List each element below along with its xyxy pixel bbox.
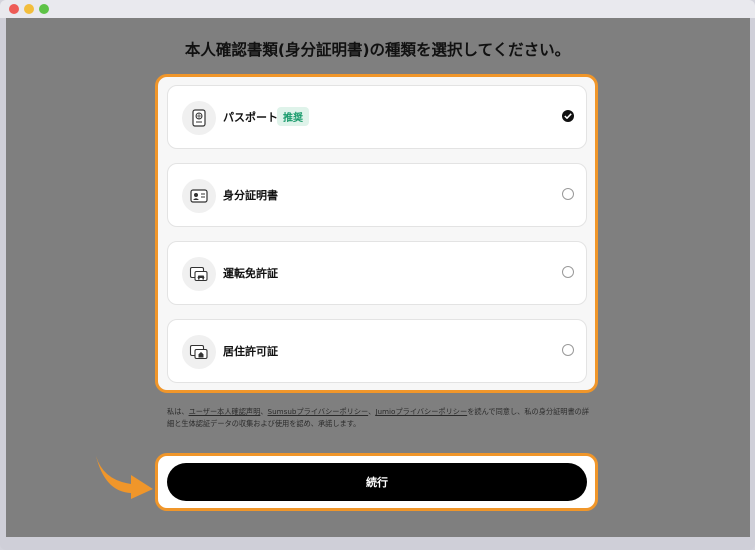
option-label: 運転免許証: [223, 267, 278, 280]
radio-unchecked[interactable]: [562, 344, 574, 356]
recommended-badge: 推奨: [277, 107, 309, 126]
jumio-privacy-link[interactable]: Jumioプライバシーポリシー: [375, 407, 467, 416]
option-label: パスポート: [223, 111, 278, 124]
radio-unchecked[interactable]: [562, 188, 574, 200]
consent-text: 私は、ユーザー本人確認声明、Sumsubプライバシーポリシー、Jumioプライバ…: [167, 406, 592, 430]
driver-license-icon: [182, 257, 216, 291]
option-id-card[interactable]: 身分証明書: [167, 163, 587, 227]
page-title: 本人確認書類(身分証明書)の種類を選択してください。: [184, 41, 571, 59]
document-type-options-highlight: パスポート 推奨 身分証明書 運転免許証 居住許可証: [155, 74, 598, 393]
option-label: 身分証明書: [223, 189, 278, 202]
option-passport[interactable]: パスポート 推奨: [167, 85, 587, 149]
residence-permit-icon: [182, 335, 216, 369]
radio-checked[interactable]: [562, 110, 574, 122]
id-card-icon: [182, 179, 216, 213]
consent-prefix: 私は、: [167, 407, 189, 416]
pointer-arrow-icon: [96, 456, 153, 499]
option-driver-license[interactable]: 運転免許証: [167, 241, 587, 305]
app-window: 本人確認書類(身分証明書)の種類を選択してください。 パスポート 推奨 身分証明…: [0, 0, 755, 550]
radio-unchecked[interactable]: [562, 266, 574, 278]
title-bar: [0, 0, 755, 18]
option-label: 居住許可証: [223, 345, 278, 358]
minimize-window-button[interactable]: [24, 4, 34, 14]
sumsub-privacy-link[interactable]: Sumsubプライバシーポリシー: [268, 407, 369, 416]
passport-icon: [182, 101, 216, 135]
close-window-button[interactable]: [9, 4, 19, 14]
consent-separator: 、: [260, 407, 268, 416]
user-identity-statement-link[interactable]: ユーザー本人確認声明: [189, 407, 261, 416]
option-residence-permit[interactable]: 居住許可証: [167, 319, 587, 383]
continue-button[interactable]: 続行: [167, 463, 587, 501]
zoom-window-button[interactable]: [39, 4, 49, 14]
continue-button-highlight: 続行: [155, 453, 598, 511]
